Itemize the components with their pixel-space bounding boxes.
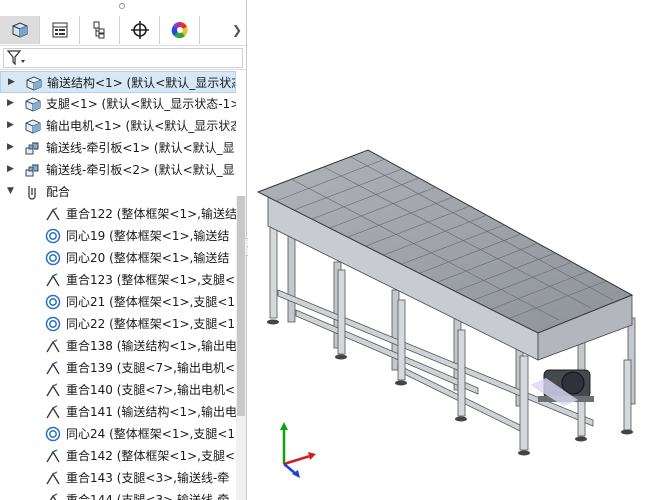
tree-item-label: 同心22 (整体框架<1>,支腿<1 [66, 317, 236, 331]
tree-item-label: 配合 [46, 185, 71, 199]
tree-node[interactable]: ▶ 输送线-牵引板<1> (默认<默认_显 [0, 137, 236, 159]
part-icon [24, 118, 42, 134]
concentric-icon [44, 250, 62, 266]
mate-item[interactable]: 重合123 (整体框架<1>,支腿< [0, 269, 236, 291]
tree-item-label: 重合143 (支腿<3>,输送线-牵 [66, 471, 230, 485]
display-manager-icon [171, 21, 188, 39]
mate-item[interactable]: 同心22 (整体框架<1>,支腿<1 [0, 313, 236, 335]
part-icon [24, 96, 42, 112]
tab-feature-manager[interactable] [0, 16, 40, 44]
filter-icon [6, 50, 25, 66]
expand-right-icon[interactable]: ▶ [7, 164, 14, 174]
expand-right-icon[interactable]: ▶ [8, 77, 15, 87]
drive-motor [530, 369, 594, 406]
tab-configuration-manager[interactable] [80, 16, 120, 44]
concentric-icon [44, 316, 62, 332]
panel-grip[interactable] [0, 0, 246, 14]
mate-item[interactable]: 重合140 (支腿<7>,输出电机< [0, 379, 236, 401]
coincident-icon [44, 492, 62, 500]
mate-item[interactable]: 重合142 (整体框架<1>,支腿< [0, 445, 236, 467]
tree-item-label: 同心19 (整体框架<1>,输送结 [66, 229, 230, 243]
filter-input[interactable] [3, 48, 243, 68]
tree-item-label: 重合142 (整体框架<1>,支腿< [66, 449, 236, 463]
coincident-icon [44, 272, 62, 288]
property-manager-icon [52, 22, 67, 38]
concentric-icon [44, 426, 62, 442]
dimxpert-icon [130, 21, 149, 39]
tree-item-label: 重合141 (输送结构<1>,输出电 [66, 405, 236, 419]
mates-icon [24, 184, 42, 200]
tree-item-label: 输出电机<1> (默认<默认_显示状态 [46, 119, 236, 133]
tree-node[interactable]: ▼ 配合 [0, 181, 236, 203]
configuration-manager-icon [93, 21, 104, 39]
expand-right-icon[interactable]: ▶ [7, 98, 14, 108]
expand-down-icon[interactable]: ▼ [7, 186, 14, 196]
concentric-icon [44, 228, 62, 244]
filter-bar [0, 45, 246, 70]
tree-item-label: 同心21 (整体框架<1>,支腿<1 [66, 295, 236, 309]
mate-item[interactable]: 同心19 (整体框架<1>,输送结 [0, 225, 236, 247]
tab-dimxpert[interactable] [120, 16, 160, 44]
tree-item-label: 重合144 (支腿<3>,输送线-牵 [66, 493, 230, 500]
axis-triad-icon [280, 422, 316, 478]
mate-item[interactable]: 重合138 (输送结构<1>,输出电 [0, 335, 236, 357]
mate-item[interactable]: 重合144 (支腿<3>,输送线-牵 [0, 489, 236, 500]
coincident-icon [44, 206, 62, 222]
coincident-icon [44, 470, 62, 486]
feature-manager-icon [12, 22, 27, 38]
tabs-scroll-right-button[interactable]: ❯ [228, 16, 246, 44]
tree-item-label: 重合122 (整体框架<1>,输送结 [66, 207, 236, 221]
tree-item-label: 输送结构<1> (默认<默认_显示状态 [47, 76, 236, 90]
grip-dot-icon [119, 3, 125, 9]
mate-item[interactable]: 重合122 (整体框架<1>,输送结 [0, 203, 236, 225]
coincident-icon [44, 448, 62, 464]
scrollbar-thumb[interactable] [237, 196, 245, 416]
tree-item-label: 输送线-牵引板<1> (默认<默认_显 [46, 141, 235, 155]
tree-item-label: 重合140 (支腿<7>,输出电机< [66, 383, 236, 397]
mate-item[interactable]: 同心21 (整体框架<1>,支腿<1 [0, 291, 236, 313]
manager-tabs [0, 16, 246, 44]
coincident-icon [44, 382, 62, 398]
tree-node[interactable]: ▶ 支腿<1> (默认<默认_显示状态-1> [0, 93, 236, 115]
part-icon [25, 75, 43, 91]
tree-item-label: 同心20 (整体框架<1>,输送结 [66, 251, 230, 265]
mate-item[interactable]: 同心24 (整体框架<1>,支腿<1 [0, 423, 236, 445]
coincident-icon [44, 404, 62, 420]
mate-item[interactable]: 重合139 (支腿<7>,输出电机< [0, 357, 236, 379]
mate-item[interactable]: 重合141 (输送结构<1>,输出电 [0, 401, 236, 423]
tab-property-manager[interactable] [40, 16, 80, 44]
tree-item-label: 输送线-牵引板<2> (默认<默认_显 [46, 163, 235, 177]
tab-display-manager[interactable] [160, 16, 200, 44]
expand-right-icon[interactable]: ▶ [7, 120, 14, 130]
chevron-right-icon: ❯ [231, 23, 243, 37]
concentric-icon [44, 294, 62, 310]
expand-right-icon[interactable]: ▶ [7, 142, 14, 152]
subassembly-icon [24, 140, 42, 156]
coincident-icon [44, 338, 62, 354]
mate-item[interactable]: 重合143 (支腿<3>,输送线-牵 [0, 467, 236, 489]
subassembly-icon [24, 162, 42, 178]
mate-item[interactable]: 同心20 (整体框架<1>,输送结 [0, 247, 236, 269]
tree-item-label: 支腿<1> (默认<默认_显示状态-1> [46, 97, 236, 111]
tree-node[interactable]: ▶ 输送结构<1> (默认<默认_显示状态 [0, 71, 236, 93]
feature-manager-panel: ❯ ▶ 输送结构<1> (默认<默认_显示状态 ▶ 支腿<1> (默认<默认_显示状态… [0, 0, 247, 500]
feature-tree: ▶ 输送结构<1> (默认<默认_显示状态 ▶ 支腿<1> (默认<默认_显示状态-1… [0, 70, 236, 500]
graphics-viewport[interactable] [248, 0, 650, 500]
tree-node[interactable]: ▶ 输送线-牵引板<2> (默认<默认_显 [0, 159, 236, 181]
tree-item-label: 重合139 (支腿<7>,输出电机< [66, 361, 236, 375]
tree-node[interactable]: ▶ 输出电机<1> (默认<默认_显示状态 [0, 115, 236, 137]
coincident-icon [44, 360, 62, 376]
tree-item-label: 同心24 (整体框架<1>,支腿<1 [66, 427, 236, 441]
tree-item-label: 重合138 (输送结构<1>,输出电 [66, 339, 236, 353]
tree-item-label: 重合123 (整体框架<1>,支腿< [66, 273, 236, 287]
